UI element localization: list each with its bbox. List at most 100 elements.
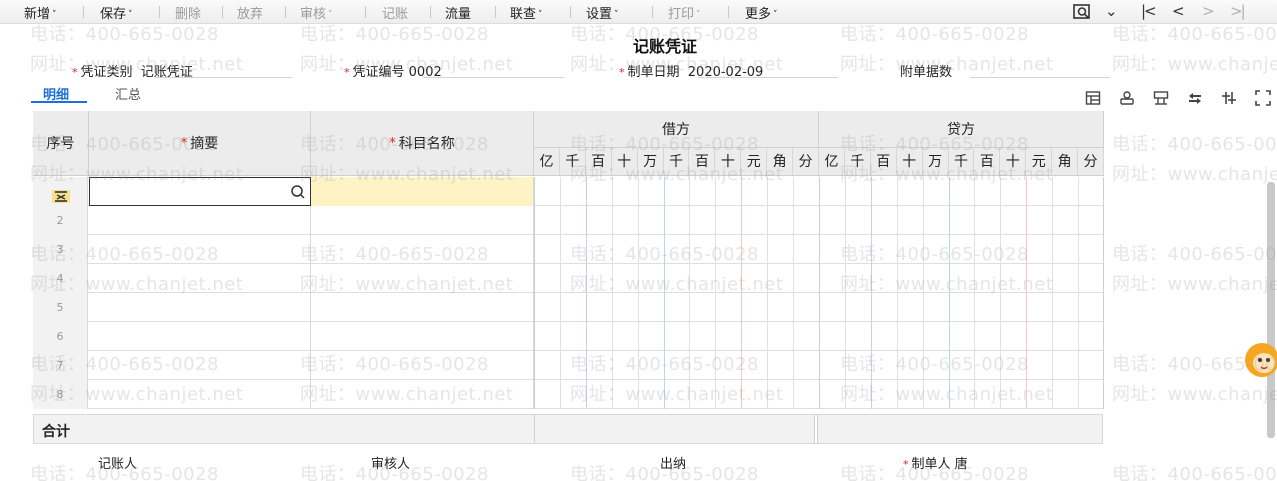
table-row[interactable]	[33, 177, 1104, 206]
credit-digit-7: 十	[1000, 148, 1027, 176]
watermark-site: 网址：www.chanjet.net	[1112, 54, 1277, 75]
account-cell[interactable]	[311, 264, 534, 293]
debit-digit-5: 千	[663, 148, 690, 176]
assistant-mascot-icon[interactable]	[1242, 341, 1277, 379]
summary-cell[interactable]	[89, 380, 311, 409]
discard-button[interactable]: 放弃	[237, 3, 263, 22]
attachments-label: 附单据数	[900, 65, 953, 80]
first-record-button[interactable]: |<	[1141, 2, 1157, 20]
table-row[interactable]: 6	[33, 322, 1104, 351]
stamp-icon[interactable]	[1119, 90, 1135, 106]
voucher-date-label: 制单日期	[627, 65, 680, 80]
row-seq: 5	[33, 293, 88, 322]
review-button[interactable]: 审核 ˅	[300, 3, 333, 22]
next-record-button[interactable]: >	[1202, 2, 1215, 20]
delete-button[interactable]: 删除	[175, 3, 201, 22]
table-row[interactable]: 4	[33, 264, 1104, 293]
account-cell[interactable]	[311, 351, 534, 380]
total-row: 合计	[33, 414, 1103, 444]
row-seq: 8	[33, 380, 88, 409]
insert-row-icon[interactable]	[1085, 90, 1101, 106]
summary-search-icon[interactable]	[290, 184, 306, 200]
watermark-site: 网址：www.chanjet.net	[1112, 274, 1277, 295]
post-button[interactable]: 记账	[382, 3, 408, 22]
table-row[interactable]: 2	[33, 206, 1104, 235]
credit-digit-6: 百	[974, 148, 1001, 176]
fullscreen-icon[interactable]	[1255, 90, 1271, 106]
total-label: 合计	[42, 424, 70, 440]
account-cell[interactable]	[311, 206, 534, 235]
account-cell[interactable]	[311, 177, 534, 206]
table-row[interactable]: 5	[33, 293, 1104, 322]
debit-digit-7: 十	[715, 148, 742, 176]
voucher-title: 记账凭证	[632, 37, 697, 56]
attachments-field[interactable]: 附单据数	[900, 61, 952, 80]
watermark-site: 网址：www.chanjet.net	[1112, 384, 1277, 405]
debit-digit-8: 元	[741, 148, 768, 176]
row-seq: 7	[33, 351, 88, 380]
credit-digit-3: 十	[896, 148, 923, 176]
active-row-marker-icon	[52, 185, 70, 203]
table-row[interactable]: 8	[33, 380, 1104, 409]
credit-digit-9: 角	[1052, 148, 1079, 176]
col-header-credit: 贷方	[819, 111, 1104, 148]
row-seq: 4	[33, 264, 88, 293]
voucher-search-icon[interactable]	[1073, 3, 1093, 21]
voucher-window: { "toolbar": { "items": [ {"label": "新增"…	[0, 0, 1277, 481]
link-query-button[interactable]: 联查 ˅	[510, 3, 543, 22]
save-button[interactable]: 保存 ˅	[100, 3, 133, 22]
more-button[interactable]: 更多 ˅	[745, 3, 778, 22]
debit-digit-1: 千	[559, 148, 586, 176]
bookkeeper-label: 记账人	[98, 457, 138, 472]
table-row[interactable]: 7	[33, 351, 1104, 380]
active-tab-indicator	[31, 101, 87, 103]
new-button[interactable]: 新增 ˅	[24, 3, 57, 22]
account-cell[interactable]	[311, 235, 534, 264]
vertical-scrollbar[interactable]	[1267, 182, 1275, 438]
reviewer-label: 审核人	[371, 457, 411, 472]
print-button[interactable]: 打印 ˅	[668, 3, 701, 22]
summary-cell[interactable]	[89, 322, 311, 351]
summary-cell[interactable]	[89, 293, 311, 322]
settings-button[interactable]: 设置 ˅	[586, 3, 619, 22]
debit-digit-0: 亿	[534, 148, 560, 176]
tab-summary[interactable]: 汇总	[115, 84, 141, 103]
debit-digit-10: 分	[793, 148, 819, 176]
swap-icon[interactable]	[1187, 90, 1203, 106]
preparer-label: 制单人	[911, 457, 951, 472]
preparer-field: * 制单人 唐	[903, 457, 968, 472]
account-cell[interactable]	[311, 380, 534, 409]
preparer-value: 唐	[954, 457, 968, 472]
summary-cell[interactable]	[89, 235, 311, 264]
cashflow-button[interactable]: 流量	[445, 3, 471, 22]
watermark-site: 网址：www.chanjet.net	[1112, 164, 1277, 185]
col-header-debit: 借方	[534, 111, 819, 148]
row-seq: 3	[33, 235, 88, 264]
credit-digit-2: 百	[870, 148, 897, 176]
template-icon[interactable]	[1153, 90, 1169, 106]
voucher-number-label: 凭证编号	[352, 65, 405, 80]
credit-digit-5: 千	[948, 148, 975, 176]
cashier-label: 出纳	[660, 457, 687, 472]
table-row[interactable]: 3	[33, 235, 1104, 264]
account-cell[interactable]	[311, 322, 534, 351]
credit-digit-1: 千	[844, 148, 871, 176]
col-header-summary: * 摘要	[89, 111, 311, 176]
account-cell[interactable]	[311, 293, 534, 322]
voucher-type-label: 凭证类别	[80, 65, 133, 80]
debit-digit-2: 百	[585, 148, 612, 176]
row-seq: 2	[33, 206, 88, 235]
summary-cell[interactable]	[89, 264, 311, 293]
debit-digit-6: 百	[689, 148, 716, 176]
summary-cell[interactable]	[89, 206, 311, 235]
summary-cell[interactable]	[89, 351, 311, 380]
summary-input[interactable]	[89, 177, 311, 206]
row-seq	[33, 177, 88, 206]
credit-digit-0: 亿	[819, 148, 845, 176]
prev-record-button[interactable]: <	[1172, 2, 1185, 20]
balance-icon[interactable]	[1221, 90, 1237, 106]
last-record-button[interactable]: >|	[1230, 2, 1246, 20]
watermark-phone: 电话：400-665-0028	[1112, 464, 1277, 481]
search-dropdown-icon[interactable]: ⌄	[1105, 2, 1118, 20]
credit-digit-4: 万	[922, 148, 949, 176]
